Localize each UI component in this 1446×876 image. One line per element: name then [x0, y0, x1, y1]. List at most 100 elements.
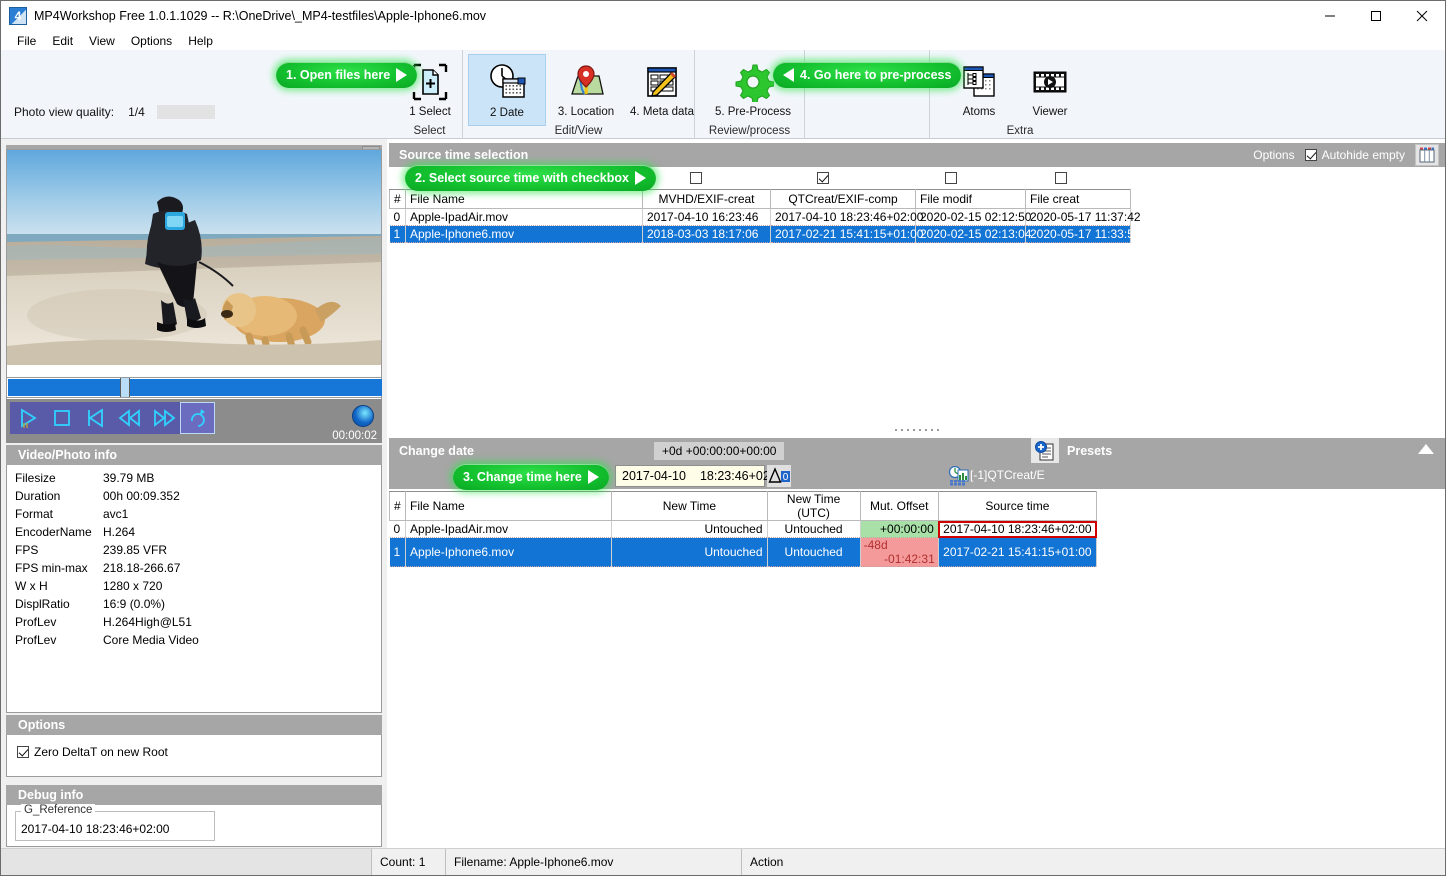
table-row[interactable]: 0 Apple-IpadAir.mov Untouched Untouched … — [389, 520, 1098, 538]
forward-button[interactable] — [146, 402, 181, 434]
column-check-filecreat[interactable] — [1055, 172, 1067, 184]
col-mut-offset[interactable]: Mut. Offset — [859, 491, 939, 521]
col-filename[interactable]: File Name — [405, 189, 643, 209]
photo-view-quality-slider[interactable] — [156, 105, 215, 119]
menu-view[interactable]: View — [81, 33, 123, 49]
callout-change-time[interactable]: 3. Change time here — [453, 464, 609, 490]
status-bar: Count: 1 Filename: Apple-Iphone6.mov Act… — [1, 848, 1445, 875]
menu-bar: File Edit View Options Help — [1, 31, 1445, 50]
info-value: 218.18-266.67 — [103, 561, 181, 575]
g-reference-title: G_Reference — [21, 804, 96, 816]
seek-handle[interactable] — [120, 378, 130, 397]
stop-button[interactable] — [44, 402, 79, 434]
menu-options[interactable]: Options — [123, 33, 180, 49]
cell-mvhd: 2018-03-03 18:17:06 — [642, 225, 771, 243]
cell-new-time: Untouched — [611, 520, 768, 538]
horizontal-splitter[interactable] — [389, 427, 1445, 437]
source-clock-grid-icon[interactable] — [947, 465, 971, 487]
seek-bar[interactable] — [6, 377, 382, 398]
change-date-title: Change date — [399, 443, 475, 458]
cell-index: 0 — [389, 520, 407, 538]
delta-zero-icon[interactable]: 0 — [767, 465, 791, 487]
arrow-left-icon — [783, 68, 794, 82]
ribbon-button-date-label: 2 Date — [490, 107, 524, 119]
close-button[interactable] — [1399, 1, 1445, 31]
autohide-empty-checkbox[interactable]: Autohide empty — [1304, 148, 1405, 162]
table-row[interactable]: 0 Apple-IpadAir.mov 2017-04-10 16:23:46 … — [389, 208, 1141, 226]
col-filecreat[interactable]: File creat — [1025, 189, 1131, 209]
prev-frame-button[interactable] — [78, 402, 113, 434]
maximize-button[interactable] — [1353, 1, 1399, 31]
col-mvhd[interactable]: MVHD/EXIF-creat — [642, 189, 771, 209]
col-filemodif[interactable]: File modif — [915, 189, 1026, 209]
col-filename[interactable]: File Name — [405, 491, 613, 521]
callout-open-files[interactable]: 1. Open files here — [276, 62, 418, 88]
col-new-time[interactable]: New Time — [611, 491, 768, 521]
column-check-mvhd[interactable] — [690, 172, 702, 184]
arrow-right-icon — [634, 171, 646, 185]
info-value: 16:9 (0.0%) — [103, 597, 166, 611]
col-new-time-utc[interactable]: New Time (UTC) — [766, 491, 861, 521]
table-row[interactable]: 1 Apple-Iphone6.mov Untouched Untouched … — [389, 537, 1098, 567]
add-preset-icon[interactable] — [1031, 438, 1059, 463]
col-index[interactable]: # — [389, 189, 406, 209]
column-check-filemodif[interactable] — [945, 172, 957, 184]
zero-deltat-checkbox[interactable]: Zero DeltaT on new Root — [17, 745, 168, 759]
info-key: ProfLev — [15, 633, 57, 647]
info-row: FPS 239.85 VFR — [7, 541, 381, 559]
callout-select-source-time-label: 2. Select source time with checkbox — [415, 171, 629, 185]
rewind-button[interactable] — [112, 402, 147, 434]
table-header-row: # File Name MVHD/EXIF-creat QTCreat/EXIF… — [389, 189, 1131, 209]
ribbon-button-date[interactable]: 2 Date — [468, 54, 546, 126]
new-time-input[interactable]: 2017-04-10 18:23:46+02:00 — [615, 465, 787, 487]
col-index[interactable]: # — [388, 491, 407, 521]
source-time-table: # File Name MVHD/EXIF-creat QTCreat/EXIF… — [389, 189, 1141, 243]
ribbon-button-atoms-label: Atoms — [962, 106, 996, 118]
callout-pre-process[interactable]: 4. Go here to pre-process — [773, 62, 962, 88]
ribbon-button-viewer-label: Viewer — [1032, 106, 1068, 118]
debug-panel-title: Debug info — [18, 788, 84, 802]
callout-select-source-time[interactable]: 2. Select source time with checkbox — [405, 165, 656, 191]
arrow-right-icon — [587, 470, 599, 484]
menu-edit[interactable]: Edit — [44, 33, 81, 49]
play-pause-button[interactable] — [10, 402, 45, 434]
info-row: EncoderName H.264 — [7, 523, 381, 541]
status-count: Count: 1 — [372, 849, 446, 875]
col-qtcreat[interactable]: QTCreat/EXIF-comp — [770, 189, 916, 209]
info-value: 39.79 MB — [103, 471, 155, 485]
ribbon-button-metadata[interactable]: 4. Meta data — [623, 54, 701, 126]
cell-filecreat: 2020-05-17 11:33:58 — [1025, 225, 1141, 243]
source-time-options-button[interactable]: Options — [1253, 148, 1294, 162]
debug-panel-header: Debug info — [6, 785, 382, 805]
info-key: FPS — [15, 543, 39, 557]
new-time-date: 2017-04-10 — [622, 469, 686, 483]
menu-file[interactable]: File — [9, 33, 44, 49]
g-reference-groupbox: G_Reference 2017-04-10 18:23:46+02:00 — [15, 804, 215, 841]
g-reference-value: 2017-04-10 18:23:46+02:00 — [21, 822, 170, 836]
loop-button[interactable] — [180, 402, 215, 434]
ribbon-button-viewer[interactable]: Viewer — [1015, 54, 1085, 126]
info-row: Format avc1 — [7, 505, 381, 523]
cell-filemodif: 2020-02-15 02:12:50 — [915, 208, 1031, 226]
video-preview[interactable] — [7, 150, 381, 365]
info-value: H.264 — [103, 525, 136, 539]
status-filename: Filename: Apple-Iphone6.mov — [446, 849, 742, 875]
table-row[interactable]: 1 Apple-Iphone6.mov 2018-03-03 18:17:06 … — [389, 225, 1141, 243]
presets-header: Presets — [1031, 438, 1445, 463]
info-row: FPS min-max 218.18-266.67 — [7, 559, 381, 577]
volume-knob[interactable] — [352, 405, 374, 427]
info-row: W x H 1280 x 720 — [7, 577, 381, 595]
column-check-qtcreat[interactable] — [817, 172, 829, 184]
menu-help[interactable]: Help — [180, 33, 221, 49]
info-row: ProfLev H.264High@L51 — [7, 613, 381, 631]
autohide-empty-label: Autohide empty — [1321, 148, 1405, 162]
cell-mut-offset-days: -48d — [863, 538, 888, 552]
ribbon-button-location[interactable]: 3. Location — [549, 54, 623, 126]
info-row: ProfLev Core Media Video — [7, 631, 381, 649]
status-action: Action — [750, 855, 784, 869]
columns-table-icon[interactable] — [1415, 144, 1439, 166]
date-clock-calendar-icon — [486, 61, 528, 105]
presets-collapse-button[interactable] — [1417, 442, 1435, 459]
minimize-button[interactable] — [1307, 1, 1353, 31]
col-source-time[interactable]: Source time — [937, 491, 1098, 521]
